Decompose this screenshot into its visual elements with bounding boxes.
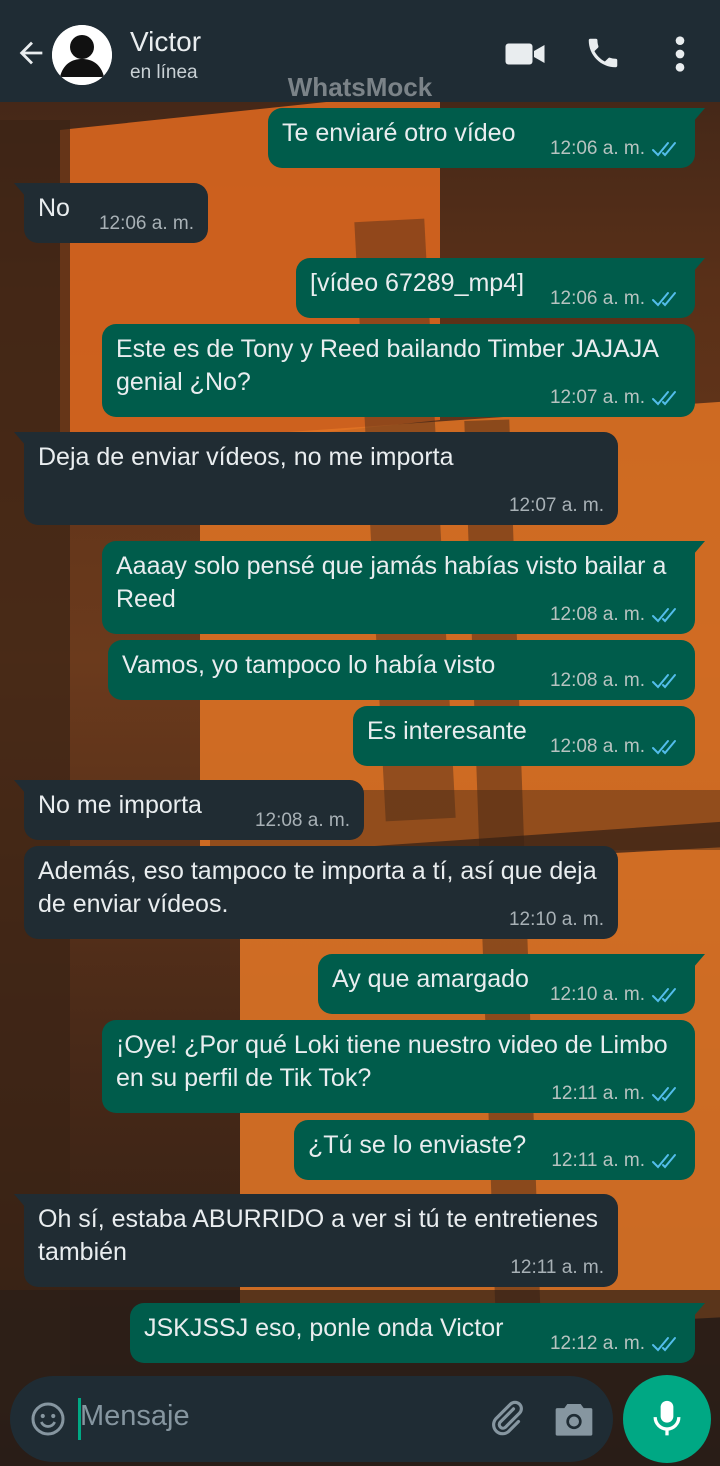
bubble-tail [14, 432, 26, 446]
message-time: 12:10 a. m. [508, 909, 604, 930]
message-time: 12:11 a. m. [551, 1150, 645, 1171]
message-meta: 12:06 a. m. [99, 213, 194, 235]
message-text: Te enviaré otro vídeo [282, 119, 516, 147]
incoming-message[interactable]: Además, eso tampoco te importa a tí, así… [24, 846, 618, 939]
message-time: 12:06 a. m. [549, 288, 645, 309]
microphone-button[interactable] [623, 1375, 711, 1463]
incoming-message[interactable]: No me importa 12:08 a. m. [14, 780, 364, 840]
message-text: ¿Tú se lo enviaste? [308, 1131, 527, 1159]
outgoing-message[interactable]: ¡Oye! ¿Por qué Loki tiene nuestro video … [102, 1020, 695, 1113]
message-time: 12:11 a. m. [510, 1257, 604, 1278]
message-text: No me importa [38, 791, 202, 819]
phone-icon[interactable] [584, 34, 622, 72]
message-meta: 12:06 a. m. [550, 288, 681, 310]
message-input[interactable]: Mensaje [80, 1400, 190, 1433]
outgoing-message[interactable]: Te enviaré otro vídeo 12:06 a. m. [268, 108, 705, 168]
double-check-icon [652, 291, 676, 307]
message-time: 12:10 a. m. [549, 984, 645, 1005]
outgoing-message[interactable]: Vamos, yo tampoco lo había visto 12:08 a.… [108, 640, 695, 700]
message-meta: 12:10 a. m. [509, 909, 604, 931]
message-meta: 12:08 a. m. [550, 604, 681, 626]
bubble-tail [14, 1194, 26, 1208]
message-time: 12:08 a. m. [549, 670, 645, 691]
double-check-icon [652, 1153, 676, 1169]
bubble-tail [693, 954, 705, 968]
contact-status: en línea [130, 62, 198, 83]
double-check-icon [652, 141, 676, 157]
paperclip-icon[interactable] [486, 1398, 526, 1438]
message-time: 12:08 a. m. [549, 604, 645, 625]
microphone-icon [653, 1400, 681, 1436]
bubble-tail [693, 108, 705, 122]
arrow-left-icon[interactable] [14, 36, 48, 70]
emoji-icon[interactable] [30, 1401, 66, 1437]
message-time: 12:07 a. m. [549, 387, 645, 408]
double-check-icon [652, 1336, 676, 1352]
more-vertical-icon[interactable] [668, 34, 692, 74]
outgoing-message[interactable]: Es interesante 12:08 a. m. [353, 706, 695, 766]
video-camera-icon[interactable] [504, 34, 546, 74]
bubble-tail [14, 780, 26, 794]
message-meta: 12:07 a. m. [550, 387, 681, 409]
message-time: 12:11 a. m. [551, 1083, 645, 1104]
message-text: Vamos, yo tampoco lo había visto [122, 651, 496, 679]
message-meta: 12:10 a. m. [550, 984, 681, 1006]
message-text: No [38, 194, 70, 222]
message-meta: 12:11 a. m. [551, 1083, 681, 1105]
message-meta: 12:12 a. m. [550, 1333, 681, 1355]
message-time: 12:12 a. m. [549, 1333, 645, 1354]
outgoing-message[interactable]: Aaaay solo pensé que jamás habías visto … [102, 541, 705, 634]
double-check-icon [652, 1086, 676, 1102]
message-meta: 12:06 a. m. [550, 138, 681, 160]
double-check-icon [652, 987, 676, 1003]
message-time: 12:07 a. m. [508, 495, 604, 516]
message-meta: 12:11 a. m. [510, 1257, 604, 1279]
message-meta: 12:11 a. m. [551, 1150, 681, 1172]
incoming-message[interactable]: Oh sí, estaba ABURRIDO a ver si tú te en… [14, 1194, 618, 1287]
message-time: 12:06 a. m. [98, 213, 194, 234]
default-user-icon [52, 25, 112, 85]
outgoing-message[interactable]: ¿Tú se lo enviaste? 12:11 a. m. [294, 1120, 695, 1180]
bubble-tail [14, 183, 26, 197]
outgoing-message[interactable]: JSKJSSJ eso, ponle onda Victor 12:12 a. m… [130, 1303, 705, 1363]
double-check-icon [652, 739, 676, 755]
outgoing-message[interactable]: [vídeo 67289_mp4] 12:06 a. m. [296, 258, 705, 318]
message-meta: 12:08 a. m. [550, 670, 681, 692]
bubble-tail [693, 258, 705, 272]
message-meta: 12:07 a. m. [509, 495, 604, 517]
camera-icon[interactable] [554, 1400, 594, 1438]
message-text: Es interesante [367, 717, 527, 745]
message-text: Deja de enviar vídeos, no me importa [38, 443, 454, 471]
bubble-tail [693, 541, 705, 555]
bubble-tail [693, 1303, 705, 1317]
double-check-icon [652, 673, 676, 689]
avatar[interactable] [52, 25, 112, 85]
outgoing-message[interactable]: Ay que amargado 12:10 a. m. [318, 954, 705, 1014]
incoming-message[interactable]: No 12:06 a. m. [14, 183, 208, 243]
double-check-icon [652, 390, 676, 406]
message-time: 12:08 a. m. [549, 736, 645, 757]
message-time: 12:08 a. m. [254, 810, 350, 831]
message-meta: 12:08 a. m. [550, 736, 681, 758]
message-text: JSKJSSJ eso, ponle onda Victor [144, 1314, 504, 1342]
message-text: Ay que amargado [332, 965, 529, 993]
double-check-icon [652, 607, 676, 623]
incoming-message[interactable]: Deja de enviar vídeos, no me importa 12:0… [14, 432, 618, 525]
message-time: 12:06 a. m. [549, 138, 645, 159]
chat-header: Victor en línea [0, 0, 720, 102]
contact-name[interactable]: Victor [130, 26, 201, 58]
message-meta: 12:08 a. m. [255, 810, 350, 832]
message-text: [vídeo 67289_mp4] [310, 269, 525, 297]
outgoing-message[interactable]: Este es de Tony y Reed bailando Timber J… [102, 324, 695, 417]
